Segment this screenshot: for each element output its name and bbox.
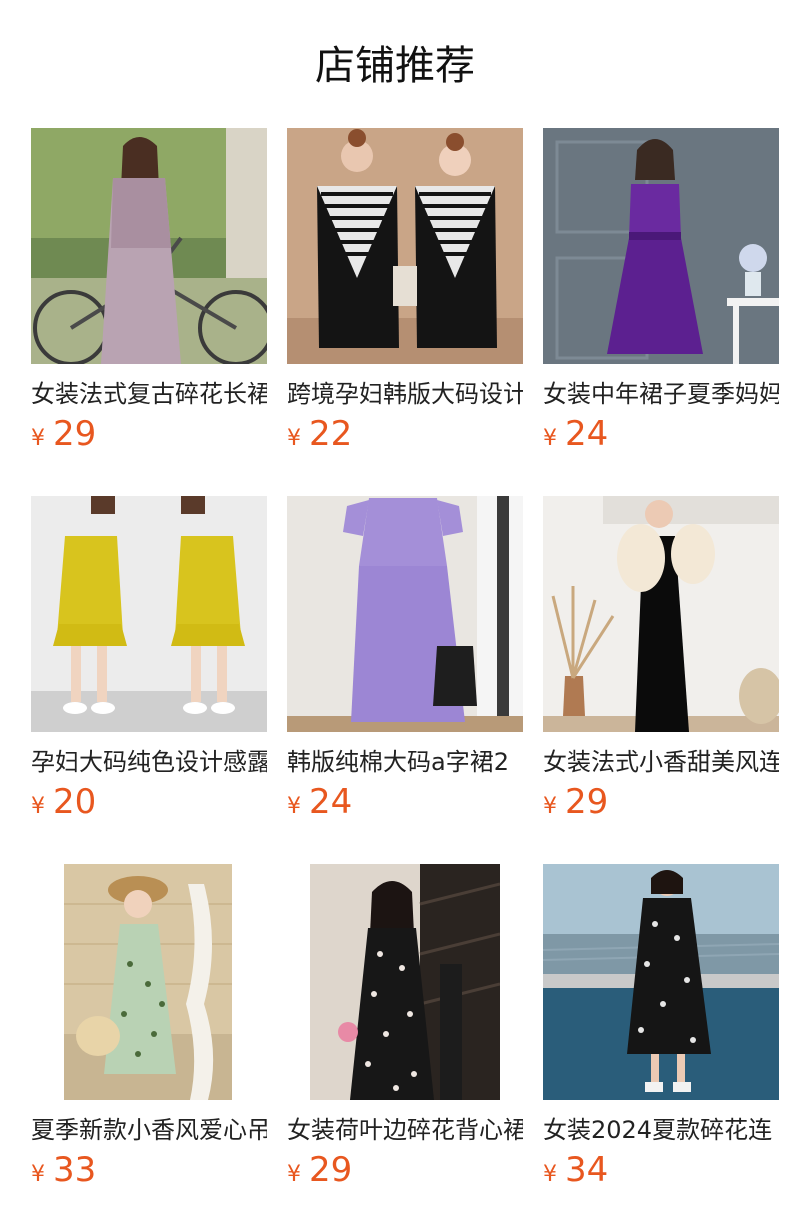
price-value: 29: [53, 414, 97, 454]
currency-symbol: ¥: [287, 794, 301, 819]
product-card[interactable]: 韩版纯棉大码a字裙2 ¥24: [287, 496, 523, 822]
currency-symbol: ¥: [31, 426, 45, 451]
product-card[interactable]: 女装2024夏款碎花连 ¥34: [543, 864, 779, 1190]
product-price: ¥29: [543, 782, 608, 822]
product-price: ¥24: [287, 782, 352, 822]
product-card[interactable]: 女装荷叶边碎花背心裙 ¥29: [287, 864, 523, 1190]
product-name[interactable]: 孕妇大码纯色设计感露: [31, 746, 267, 778]
product-name[interactable]: 跨境孕妇韩版大码设计: [287, 378, 523, 410]
product-card[interactable]: 夏季新款小香风爱心吊 ¥33: [31, 864, 267, 1190]
product-image[interactable]: [31, 128, 267, 364]
product-price: ¥34: [543, 1150, 608, 1190]
product-name[interactable]: 女装2024夏款碎花连: [543, 1114, 779, 1146]
product-price: ¥29: [287, 1150, 352, 1190]
product-image[interactable]: [31, 864, 267, 1100]
currency-symbol: ¥: [543, 1162, 557, 1187]
price-value: 34: [565, 1150, 609, 1190]
product-card[interactable]: 孕妇大码纯色设计感露 ¥20: [31, 496, 267, 822]
price-value: 24: [309, 782, 353, 822]
price-value: 29: [309, 1150, 353, 1190]
product-price: ¥24: [543, 414, 608, 454]
product-image[interactable]: [31, 496, 267, 732]
product-card[interactable]: 女装法式复古碎花长裙 ¥29: [31, 128, 267, 454]
product-name[interactable]: 女装法式小香甜美风连: [543, 746, 779, 778]
currency-symbol: ¥: [287, 426, 301, 451]
product-name[interactable]: 韩版纯棉大码a字裙2: [287, 746, 523, 778]
product-name[interactable]: 夏季新款小香风爱心吊: [31, 1114, 267, 1146]
product-price: ¥20: [31, 782, 96, 822]
currency-symbol: ¥: [31, 794, 45, 819]
product-image[interactable]: [287, 128, 523, 364]
product-price: ¥33: [31, 1150, 96, 1190]
price-value: 22: [309, 414, 353, 454]
product-price: ¥22: [287, 414, 352, 454]
price-value: 29: [565, 782, 609, 822]
price-value: 33: [53, 1150, 97, 1190]
product-image[interactable]: [287, 496, 523, 732]
product-image[interactable]: [543, 864, 779, 1100]
section-title: 店铺推荐: [315, 43, 475, 89]
product-name[interactable]: 女装中年裙子夏季妈妈: [543, 378, 779, 410]
product-name[interactable]: 女装荷叶边碎花背心裙: [287, 1114, 523, 1146]
currency-symbol: ¥: [31, 1162, 45, 1187]
currency-symbol: ¥: [543, 426, 557, 451]
currency-symbol: ¥: [543, 794, 557, 819]
product-card[interactable]: 女装中年裙子夏季妈妈 ¥24: [543, 128, 779, 454]
product-image[interactable]: [287, 864, 523, 1100]
price-value: 24: [565, 414, 609, 454]
product-name[interactable]: 女装法式复古碎花长裙: [31, 378, 267, 410]
product-card[interactable]: 跨境孕妇韩版大码设计 ¥22: [287, 128, 523, 454]
product-price: ¥29: [31, 414, 96, 454]
product-image[interactable]: [543, 128, 779, 364]
product-image[interactable]: [543, 496, 779, 732]
currency-symbol: ¥: [287, 1162, 301, 1187]
price-value: 20: [53, 782, 97, 822]
product-card[interactable]: 女装法式小香甜美风连 ¥29: [543, 496, 779, 822]
